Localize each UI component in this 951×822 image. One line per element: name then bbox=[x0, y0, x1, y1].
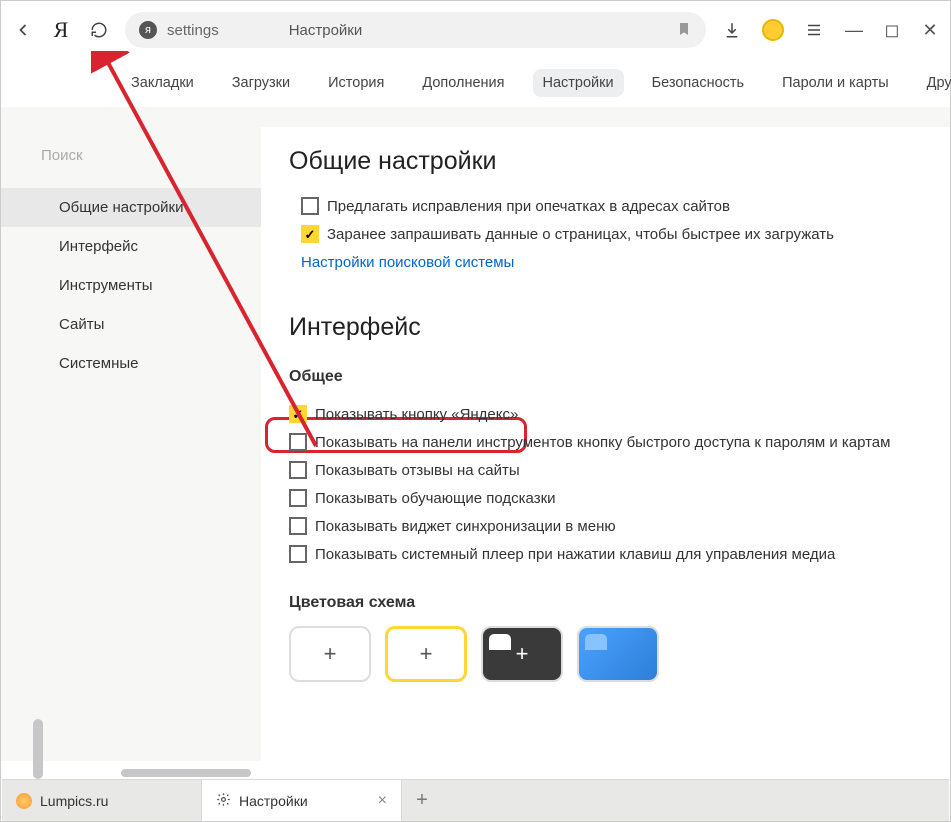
site-favicon: я bbox=[139, 21, 157, 39]
option-label: Показывать на панели инструментов кнопку… bbox=[315, 434, 890, 451]
theme-color[interactable] bbox=[577, 626, 659, 682]
tab-addons[interactable]: Дополнения bbox=[412, 69, 514, 97]
option-yandex-button[interactable]: Показывать кнопку «Яндекс» bbox=[289, 400, 922, 428]
option-system-player[interactable]: Показывать системный плеер при нажатии к… bbox=[289, 540, 922, 568]
back-button[interactable] bbox=[11, 18, 35, 42]
browser-toolbar: Я я settings Настройки — ◻ ✕ bbox=[1, 1, 950, 59]
checkbox-reviews[interactable] bbox=[289, 461, 307, 479]
theme-chooser: + + + bbox=[289, 626, 922, 682]
window-close[interactable]: ✕ bbox=[920, 20, 940, 41]
url-text: settings bbox=[167, 22, 219, 39]
sidebar-item-interface[interactable]: Интерфейс bbox=[1, 227, 261, 266]
option-label: Показывать системный плеер при нажатии к… bbox=[315, 546, 835, 563]
option-reviews[interactable]: Показывать отзывы на сайты bbox=[289, 456, 922, 484]
bookmark-icon[interactable] bbox=[676, 21, 692, 40]
option-prefetch[interactable]: Заранее запрашивать данные о страницах, … bbox=[289, 220, 922, 248]
menu-icon[interactable] bbox=[802, 18, 826, 42]
sidebar-item-sites[interactable]: Сайты bbox=[1, 305, 261, 344]
option-typo-suggest[interactable]: Предлагать исправления при опечатках в а… bbox=[289, 192, 922, 220]
main-area: Поиск Общие настройки Интерфейс Инструме… bbox=[1, 107, 950, 761]
checkbox-typo-suggest[interactable] bbox=[301, 197, 319, 215]
theme-light[interactable]: + bbox=[289, 626, 371, 682]
tab-passwords[interactable]: Пароли и карты bbox=[772, 69, 899, 97]
section-general-title: Общие настройки bbox=[289, 147, 922, 176]
checkbox-sync-widget[interactable] bbox=[289, 517, 307, 535]
reload-button[interactable] bbox=[87, 18, 111, 42]
page-title-in-urlbar: Настройки bbox=[289, 22, 363, 39]
downloads-icon[interactable] bbox=[720, 18, 744, 42]
sidebar: Поиск Общие настройки Интерфейс Инструме… bbox=[1, 107, 261, 761]
checkbox-quick-passwords[interactable] bbox=[289, 433, 307, 451]
sidebar-item-system[interactable]: Системные bbox=[1, 344, 261, 383]
tab-favicon-icon bbox=[16, 793, 32, 809]
theme-light-selected[interactable]: + bbox=[385, 626, 467, 682]
option-label: Предлагать исправления при опечатках в а… bbox=[327, 198, 730, 215]
sidebar-item-tools[interactable]: Инструменты bbox=[1, 266, 261, 305]
checkbox-yandex-button[interactable] bbox=[289, 405, 307, 423]
sidebar-item-general[interactable]: Общие настройки bbox=[1, 188, 261, 227]
window-minimize[interactable]: — bbox=[844, 20, 864, 41]
option-label: Заранее запрашивать данные о страницах, … bbox=[327, 226, 834, 243]
option-hints[interactable]: Показывать обучающие подсказки bbox=[289, 484, 922, 512]
url-bar[interactable]: я settings Настройки bbox=[125, 12, 706, 48]
profile-avatar[interactable] bbox=[762, 19, 784, 41]
subsection-general: Общее bbox=[289, 368, 922, 386]
subsection-theme: Цветовая схема bbox=[289, 594, 922, 612]
tab-security[interactable]: Безопасность bbox=[642, 69, 755, 97]
tab-title: Lumpics.ru bbox=[40, 793, 108, 809]
option-label: Показывать виджет синхронизации в меню bbox=[315, 518, 616, 535]
section-tabs: Закладки Загрузки История Дополнения Нас… bbox=[1, 59, 950, 107]
checkbox-prefetch[interactable] bbox=[301, 225, 319, 243]
tab-close-icon[interactable]: × bbox=[378, 792, 387, 810]
option-label: Показывать кнопку «Яндекс» bbox=[315, 406, 518, 423]
option-sync-widget[interactable]: Показывать виджет синхронизации в меню bbox=[289, 512, 922, 540]
option-label: Показывать обучающие подсказки bbox=[315, 490, 556, 507]
link-search-settings[interactable]: Настройки поисковой системы bbox=[289, 248, 922, 277]
sidebar-search[interactable]: Поиск bbox=[41, 137, 241, 174]
tab-other-devices[interactable]: Другие устройства bbox=[917, 69, 951, 97]
tab-downloads[interactable]: Загрузки bbox=[222, 69, 300, 97]
yandex-logo-button[interactable]: Я bbox=[49, 18, 73, 42]
tab-history[interactable]: История bbox=[318, 69, 394, 97]
tab-title: Настройки bbox=[239, 793, 308, 809]
browser-tab-bar: Lumpics.ru Настройки × + bbox=[2, 779, 949, 821]
toolbar-right: — ◻ ✕ bbox=[720, 18, 940, 42]
theme-dark[interactable]: + bbox=[481, 626, 563, 682]
checkbox-hints[interactable] bbox=[289, 489, 307, 507]
section-interface-title: Интерфейс bbox=[289, 313, 922, 342]
option-label: Показывать отзывы на сайты bbox=[315, 462, 520, 479]
window-maximize[interactable]: ◻ bbox=[882, 20, 902, 41]
horizontal-scrollbar[interactable] bbox=[121, 769, 251, 777]
content-pane: Общие настройки Предлагать исправления п… bbox=[261, 127, 950, 761]
gear-icon bbox=[216, 792, 231, 810]
vertical-scrollbar[interactable] bbox=[33, 719, 43, 779]
option-quick-passwords[interactable]: Показывать на панели инструментов кнопку… bbox=[289, 428, 922, 456]
tab-settings[interactable]: Настройки bbox=[533, 69, 624, 97]
browser-tab-2[interactable]: Настройки × bbox=[202, 780, 402, 821]
browser-tab-1[interactable]: Lumpics.ru bbox=[2, 780, 202, 821]
tab-bookmarks[interactable]: Закладки bbox=[121, 69, 204, 97]
new-tab-button[interactable]: + bbox=[402, 780, 442, 821]
checkbox-system-player[interactable] bbox=[289, 545, 307, 563]
